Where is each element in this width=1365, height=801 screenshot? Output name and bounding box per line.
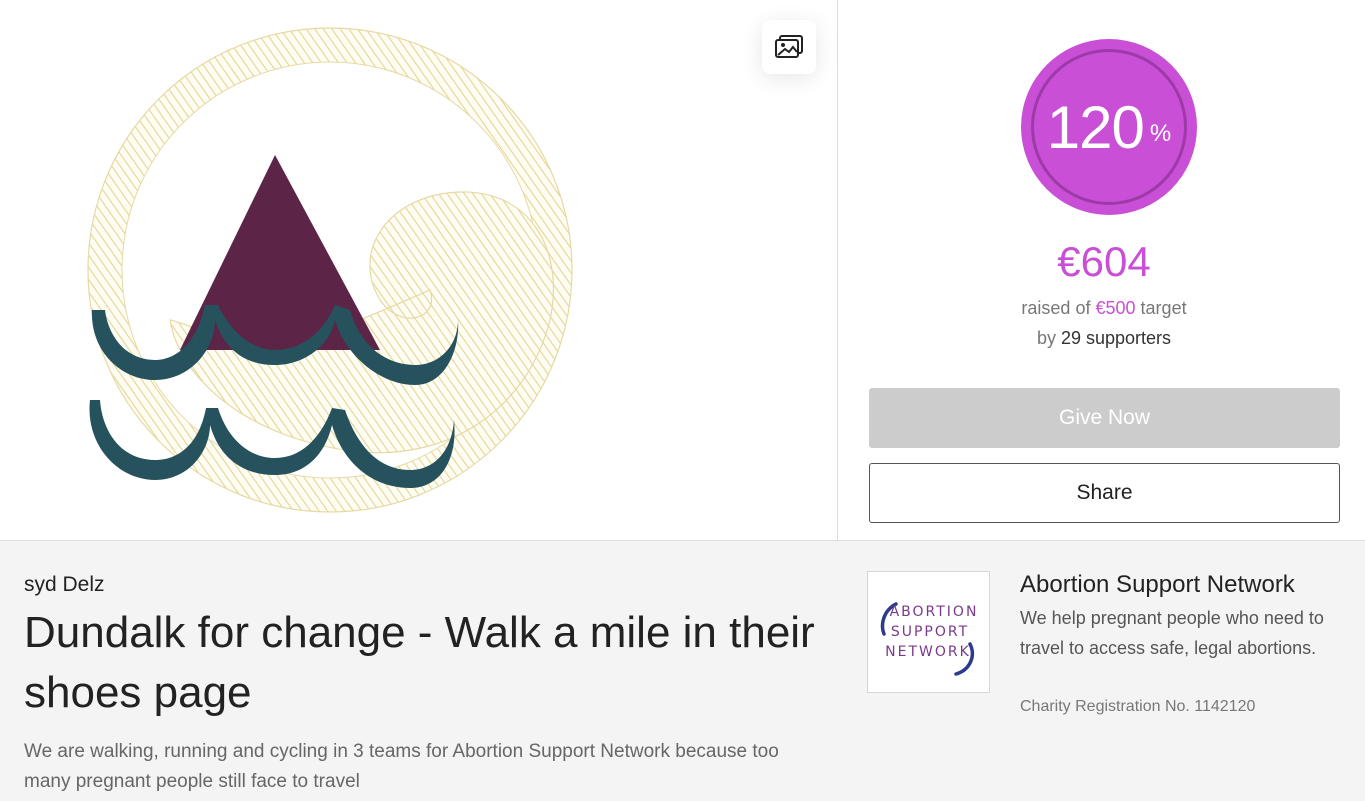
charity-description: We help pregnant people who need to trav…: [1020, 608, 1324, 658]
target-line: raised of €500 target: [839, 298, 1365, 319]
fundraising-header: 120 % €604 raised of €500 target by 29 s…: [0, 0, 1365, 540]
charity-logo-line-2: SUPPORT: [890, 624, 968, 640]
target-suffix: target: [1140, 298, 1187, 318]
progress-percent: 120: [1046, 93, 1145, 161]
progress-percent-sign: %: [1149, 120, 1172, 147]
page-owner: syd Delz: [24, 573, 105, 596]
target-amount: €500: [1095, 298, 1136, 318]
charity-logo-line-1: ABORTION: [889, 604, 978, 620]
supporters-count: 29 supporters: [1060, 328, 1172, 348]
gallery-button[interactable]: [762, 20, 816, 74]
give-now-button[interactable]: Give Now: [869, 388, 1340, 448]
charity-logo[interactable]: ABORTION SUPPORT NETWORK: [867, 571, 990, 693]
fundraising-summary: 120 % €604 raised of €500 target by 29 s…: [839, 0, 1365, 540]
charity-name[interactable]: Abortion Support Network: [1020, 571, 1295, 599]
share-button[interactable]: Share: [869, 463, 1340, 523]
raised-prefix: raised of: [1021, 298, 1091, 318]
hero-image-panel: [0, 0, 838, 540]
progress-circle: 120 %: [1021, 39, 1197, 215]
raised-amount: €604: [1057, 238, 1151, 285]
charity-registration: Charity Registration No. 1142120: [1020, 698, 1256, 715]
charity-wave-logo: [87, 27, 573, 513]
supporters-line: by 29 supporters: [839, 328, 1365, 349]
charity-logo-image: ABORTION SUPPORT NETWORK: [880, 602, 978, 676]
page-description: We are walking, running and cycling in 3…: [24, 741, 779, 792]
page-details: syd Delz Dundalk for change - Walk a mil…: [0, 540, 1365, 801]
page-title: Dundalk for change - Walk a mile in thei…: [24, 608, 815, 717]
supporters-prefix: by: [1036, 328, 1056, 348]
charity-logo-line-3: NETWORK: [885, 644, 971, 660]
image-gallery-icon: [775, 35, 803, 58]
